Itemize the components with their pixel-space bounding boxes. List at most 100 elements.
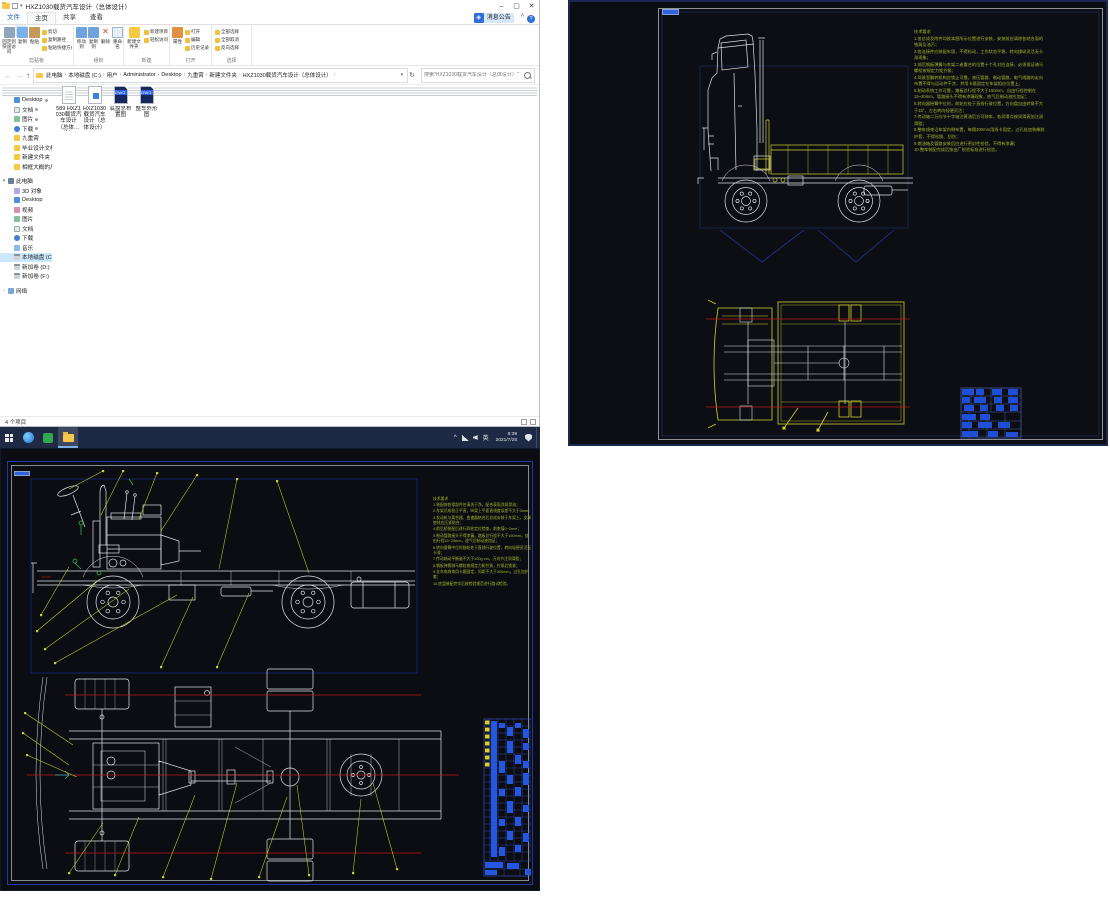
volume-icon[interactable] — [473, 435, 478, 440]
sidebar-item-icon — [14, 154, 20, 160]
taskbar-app-browser[interactable] — [18, 427, 38, 448]
sidebar-item[interactable]: Desktop — [0, 196, 52, 206]
copy-button[interactable]: 复制 — [17, 27, 28, 44]
ribbon-tab[interactable]: 查看 — [83, 12, 110, 24]
search-box[interactable] — [421, 68, 535, 83]
search-input[interactable] — [422, 72, 524, 78]
breadcrumb-segment[interactable]: 本地磁盘 (C:) — [67, 71, 102, 79]
selection-grip[interactable] — [662, 9, 679, 15]
select-none-button[interactable]: 全部取消 — [215, 36, 239, 44]
bom-table — [484, 719, 531, 876]
green-app-icon — [43, 433, 53, 443]
delete-icon: ✕ — [100, 27, 111, 38]
thumbnail-view-icon[interactable] — [530, 419, 536, 425]
new-item-button[interactable]: 新建项目 — [144, 28, 168, 36]
copy-path-button[interactable]: 复制路径 — [42, 36, 72, 44]
sidebar-section-network[interactable]: › 网络 — [0, 286, 52, 296]
copy-to-icon — [88, 27, 99, 38]
breadcrumb-segment[interactable]: Desktop — [160, 72, 182, 78]
sidebar-item[interactable]: 文档 — [0, 105, 52, 115]
sidebar-item[interactable]: 下载 — [0, 124, 52, 134]
sidebar-item[interactable]: 新加卷 (D:) — [0, 262, 52, 272]
ribbon-tab[interactable]: 共享 — [56, 12, 83, 24]
new-item-icon — [144, 30, 149, 35]
address-dropdown-icon[interactable]: ▾ — [399, 72, 406, 78]
show-desktop-button[interactable] — [536, 427, 540, 448]
quick-access-toolbar-icon[interactable] — [12, 3, 18, 9]
selection-grip[interactable] — [14, 471, 30, 476]
move-to-button[interactable]: 移动到 — [76, 27, 87, 49]
back-icon[interactable]: ← — [4, 71, 12, 80]
breadcrumb-segment[interactable]: 用户 — [106, 71, 119, 79]
ribbon-group-open: 属性 打开 编辑 历史记录 打开 — [170, 25, 212, 65]
taskbar-app-green[interactable] — [38, 427, 58, 448]
breadcrumb-segment[interactable]: 九重霄 — [186, 71, 205, 79]
close-button[interactable]: ✕ — [524, 1, 539, 12]
sidebar-item[interactable]: 九重霄 — [0, 134, 52, 144]
ribbon-tab[interactable]: 文件 — [0, 12, 27, 24]
note-line: 1.各总成及附件均按本图所示位置进行安装，安装前应清除各结合面的铁屑及油污； — [914, 36, 1046, 49]
minimize-button[interactable]: – — [494, 1, 509, 12]
sidebar-item[interactable]: 新建文件夹 — [0, 153, 52, 163]
open-icon — [185, 30, 190, 35]
list-view-icon[interactable] — [521, 419, 527, 425]
up-icon[interactable]: ↑ — [26, 71, 30, 80]
breadcrumb-segment[interactable]: Administrator — [122, 72, 156, 78]
paste-button[interactable]: 粘贴 — [29, 27, 40, 44]
rename-button[interactable]: 重命名 — [112, 27, 123, 49]
truck-side-view — [698, 34, 913, 222]
paste-shortcut-icon — [42, 46, 47, 51]
history-button[interactable]: 历史记录 — [185, 44, 209, 52]
edit-button[interactable]: 编辑 — [185, 36, 209, 44]
select-all-button[interactable]: 全部选择 — [215, 28, 239, 36]
bom-highlight-rows — [485, 721, 490, 767]
sidebar-item[interactable]: 视频 — [0, 205, 52, 215]
sidebar-item[interactable]: 本地磁盘 (C:) — [0, 253, 52, 263]
breadcrumb-segment[interactable]: HXZ1030载货汽车设计（总体设计） — [242, 71, 333, 79]
sidebar-item-icon — [14, 97, 20, 103]
refresh-icon[interactable]: ↻ — [409, 71, 415, 79]
properties-button[interactable]: 属性 — [172, 27, 183, 44]
show-hidden-icons[interactable]: ^ — [454, 435, 457, 441]
sidebar-item[interactable]: 毕业设计文档 — [0, 143, 52, 153]
new-folder-button[interactable]: 新建文件夹 — [126, 27, 142, 49]
collapse-ribbon-icon[interactable]: ^ — [521, 12, 524, 24]
security-shield-icon[interactable] — [525, 434, 532, 442]
breadcrumb-separator-icon: › — [333, 72, 337, 78]
sidebar-item[interactable]: 音乐 — [0, 243, 52, 253]
maximize-button[interactable]: ▢ — [509, 1, 524, 12]
breadcrumb-segment[interactable]: 此电脑 — [45, 71, 64, 79]
copy-to-button[interactable]: 复制到 — [88, 27, 99, 49]
ribbon-tab[interactable]: 主页 — [27, 12, 56, 24]
chevron-down-icon[interactable]: ▾ — [0, 178, 8, 184]
forward-icon[interactable]: → — [15, 71, 23, 80]
promo-badge[interactable]: ◈ 消息公告 — [474, 13, 514, 23]
note-line: 9.全车电线束用卡箍固定，间距不大于300mm，过孔加护套； — [433, 570, 532, 581]
taskbar-app-file-explorer[interactable] — [58, 427, 78, 448]
sidebar-item[interactable]: 文档 — [0, 224, 52, 234]
screenshot-stage: ▾ HXZ1030载货汽车设计（总体设计） – ▢ ✕ 文件 主页 共享 查看 … — [0, 0, 1110, 897]
sidebar-item[interactable]: 图片 — [0, 215, 52, 225]
quick-access-toolbar-dropdown-icon[interactable]: ▾ — [20, 3, 23, 9]
chevron-right-icon[interactable]: › — [0, 288, 8, 294]
network-status-icon[interactable] — [462, 435, 469, 441]
help-icon[interactable]: ? — [527, 15, 535, 23]
pin-to-quick-access-button[interactable]: 固定到快速访问 — [2, 27, 16, 55]
sidebar-item[interactable]: 下载 — [0, 234, 52, 244]
sidebar-item[interactable]: 3D 对象 — [0, 186, 52, 196]
delete-button[interactable]: ✕删除 — [100, 27, 111, 44]
breadcrumb[interactable]: 此电脑› 本地磁盘 (C:)› 用户› Administrator› Deskt… — [33, 68, 408, 83]
input-language-indicator[interactable]: 英 — [483, 433, 489, 442]
taskbar-clock[interactable]: 8:39 2021/7/28 — [496, 432, 517, 443]
start-button[interactable] — [0, 427, 18, 448]
breadcrumb-segment[interactable]: 新建文件夹 — [208, 71, 238, 79]
sidebar-item[interactable]: 新加卷 (F:) — [0, 272, 52, 282]
sidebar-section-this-pc[interactable]: ▾ 此电脑 — [0, 177, 52, 187]
paste-shortcut-button[interactable]: 粘贴快捷方式 — [42, 44, 72, 52]
open-button[interactable]: 打开 — [185, 28, 209, 36]
cut-button[interactable]: 剪切 — [42, 28, 72, 36]
sidebar-item[interactable]: 图片 — [0, 115, 52, 125]
easy-access-button[interactable]: 轻松访问 — [144, 36, 168, 44]
invert-selection-button[interactable]: 反向选择 — [215, 44, 239, 52]
sidebar-item[interactable]: 相框大概的尺寸 — [0, 162, 52, 172]
